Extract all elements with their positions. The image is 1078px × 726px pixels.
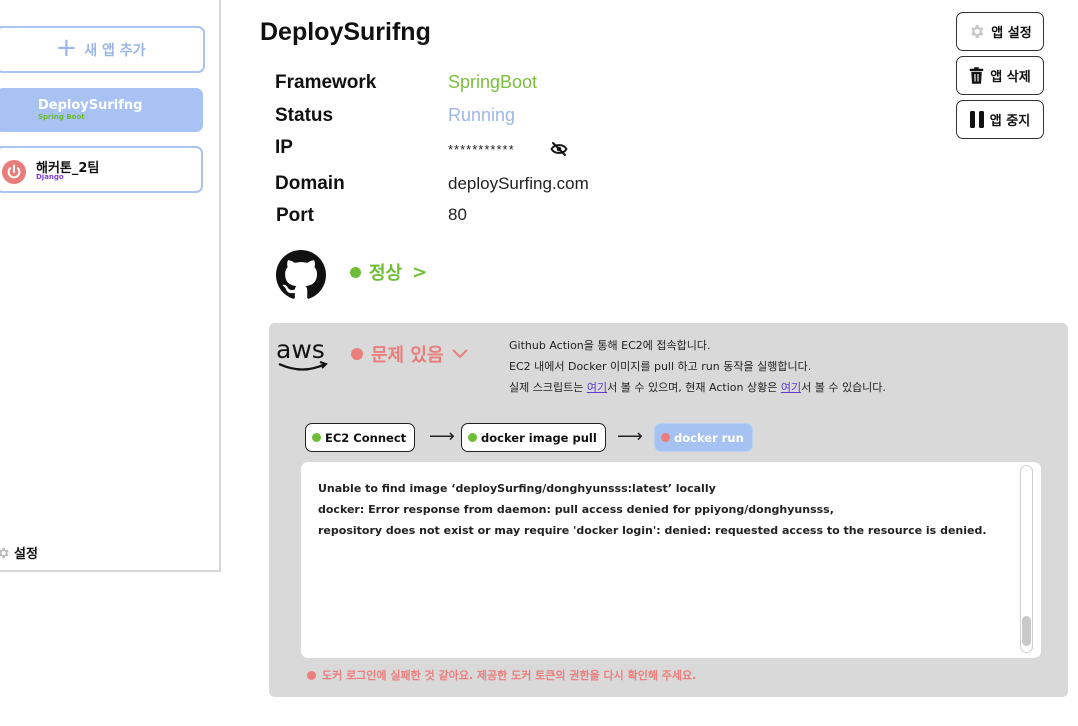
log-line: docker: Error response from daemon: pull… xyxy=(318,503,834,516)
status-dot xyxy=(661,433,670,442)
app-card-name: DeploySurifng xyxy=(38,98,143,113)
status-dot xyxy=(351,348,363,360)
github-status-button[interactable]: 정상 > xyxy=(350,259,427,285)
delete-app-label: 앱 삭제 xyxy=(990,70,1031,85)
log-line: Unable to find image ‘deploySurfing/dong… xyxy=(318,482,716,495)
step-ec2-connect[interactable]: EC2 Connect xyxy=(305,423,416,452)
port-value: 80 xyxy=(448,205,467,224)
step-label: EC2 Connect xyxy=(325,430,407,445)
github-status-label: 정상 xyxy=(369,263,403,284)
log-line: repository does not exist or may require… xyxy=(318,524,987,537)
domain-label: Domain xyxy=(275,173,345,194)
port-label: Port xyxy=(276,205,314,226)
aws-status-label: 문제 있음 xyxy=(371,345,444,366)
new-app-label: 새 앱 추가 xyxy=(84,42,146,59)
sidebar-settings-button[interactable]: 설정 xyxy=(0,543,38,562)
app-settings-button[interactable]: 앱 설정 xyxy=(956,12,1044,51)
aws-desc-text: 실제 스크립트는 xyxy=(509,381,587,394)
error-message: 도커 로그인에 실패한 것 같아요. 제공한 도커 토큰의 권한을 다시 확인해… xyxy=(307,667,696,683)
aws-desc-line: 실제 스크립트는 여기서 볼 수 있으며, 현재 Action 상황은 여기서 … xyxy=(509,377,886,398)
framework-value: SpringBoot xyxy=(448,72,538,92)
stop-app-button[interactable]: 앱 중지 xyxy=(956,100,1044,139)
step-docker-image-pull[interactable]: docker image pull xyxy=(461,423,606,452)
new-app-button[interactable]: + 새 앱 추가 xyxy=(0,26,205,73)
app-card-framework: Django xyxy=(36,173,64,181)
ip-value: *********** xyxy=(448,142,515,157)
status-value: Running xyxy=(448,105,516,125)
svg-text:aws: aws xyxy=(276,335,325,364)
script-link[interactable]: 여기 xyxy=(587,381,607,394)
aws-desc-line: EC2 내에서 Docker 이미지를 pull 하고 run 동작을 실행합니… xyxy=(509,360,812,373)
error-message-text: 도커 로그인에 실패한 것 같아요. 제공한 도커 토큰의 권한을 다시 확인해… xyxy=(322,669,697,682)
chevron-down-icon xyxy=(451,349,468,359)
delete-app-button[interactable]: 앱 삭제 xyxy=(956,56,1044,95)
chevron-right-icon: > xyxy=(412,261,428,283)
scrollbar-thumb[interactable] xyxy=(1022,616,1031,646)
github-icon xyxy=(276,250,326,299)
status-label: Status xyxy=(275,105,334,126)
step-docker-run[interactable]: docker run xyxy=(654,423,753,452)
trash-icon xyxy=(970,67,984,84)
pause-icon xyxy=(969,111,984,128)
gear-icon xyxy=(0,547,9,558)
app-root: + 새 앱 추가 DeploySurifng Spring Boot 해커톤_2… xyxy=(0,0,1078,726)
aws-status-button[interactable]: 문제 있음 xyxy=(351,341,468,367)
aws-desc-text: 서 볼 수 있으며, 현재 Action 상황은 xyxy=(607,381,781,394)
log-scrollbar[interactable] xyxy=(1020,465,1033,653)
status-dot xyxy=(350,266,361,278)
domain-value: deploySurfing.com xyxy=(448,174,589,193)
eye-off-icon[interactable] xyxy=(550,141,568,157)
stop-app-label: 앱 중지 xyxy=(989,114,1031,129)
step-label: docker image pull xyxy=(481,430,597,445)
arrow-right-icon: ⟶ xyxy=(617,426,643,447)
arrow-right-icon: ⟶ xyxy=(429,426,455,447)
aws-desc-text: 서 볼 수 있습니다. xyxy=(801,381,886,394)
error-dot xyxy=(307,670,316,680)
aws-panel: aws 문제 있음 Github Action을 통해 EC2에 접속합니다. … xyxy=(269,323,1068,697)
app-card-framework: Spring Boot xyxy=(38,113,85,121)
app-card-hackathon[interactable]: 해커톤_2팀 Django xyxy=(0,146,203,193)
aws-description: Github Action을 통해 EC2에 접속합니다. EC2 내에서 Do… xyxy=(509,335,886,398)
sidebar-settings-label: 설정 xyxy=(14,547,38,562)
action-status-link[interactable]: 여기 xyxy=(781,381,801,394)
gear-icon xyxy=(971,25,984,38)
ip-label: IP xyxy=(275,137,293,158)
log-output[interactable]: Unable to find image ‘deploySurfing/dong… xyxy=(301,462,1041,658)
aws-desc-line: Github Action을 통해 EC2에 접속합니다. xyxy=(509,339,711,352)
framework-label: Framework xyxy=(275,72,377,93)
status-dot xyxy=(312,433,321,442)
power-icon xyxy=(2,160,26,184)
app-card-deploysurifng[interactable]: DeploySurifng Spring Boot xyxy=(0,88,203,132)
sidebar: + 새 앱 추가 DeploySurifng Spring Boot 해커톤_2… xyxy=(0,0,221,572)
page-title: DeploySurifng xyxy=(260,18,431,46)
status-dot xyxy=(468,433,477,442)
plus-icon: + xyxy=(55,33,78,63)
aws-logo-icon: aws xyxy=(276,335,328,371)
app-settings-label: 앱 설정 xyxy=(991,26,1032,41)
step-label: docker run xyxy=(674,430,744,445)
